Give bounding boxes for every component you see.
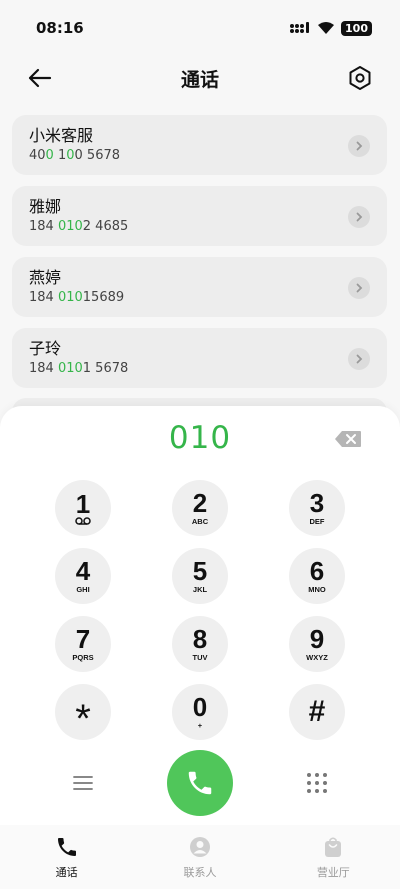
key-letters: GHI (76, 585, 90, 594)
status-time: 08:16 (36, 19, 84, 37)
chevron-right-icon[interactable] (348, 277, 370, 299)
contact-number: 184 0101 5678 (29, 360, 387, 378)
arrow-left-icon[interactable] (26, 64, 54, 92)
key-hash[interactable]: # (289, 684, 345, 740)
contact-number: 184 0102 4685 (29, 218, 387, 236)
bottom-tab-bar: 通话 联系人 营业厅 (0, 825, 400, 889)
key-digit: 1 (75, 489, 91, 519)
key-9[interactable]: 9 WXYZ (289, 616, 345, 672)
contact-name: 小米客服 (29, 126, 94, 145)
key-digit: * (75, 697, 91, 741)
contact-name: 子玲 (29, 339, 62, 358)
chevron-right-icon[interactable] (348, 135, 370, 157)
contact-name: 雅娜 (29, 197, 62, 216)
call-list: 小米客服 400 100 5678 雅娜 184 0102 4685 燕婷 18… (12, 115, 387, 399)
key-letters: TUV (192, 653, 208, 662)
number-match-highlight: 010 (57, 290, 83, 305)
key-digit: 3 (309, 488, 325, 518)
status-bar: 08:16 100 (0, 0, 400, 56)
key-digit: 9 (309, 624, 325, 654)
tab-label: 通话 (55, 866, 78, 879)
key-8[interactable]: 8 TUV (172, 616, 228, 672)
key-letters: DEF (309, 517, 325, 526)
wifi-icon (318, 22, 335, 34)
call-button[interactable] (167, 750, 233, 816)
key-5[interactable]: 5 JKL (172, 548, 228, 604)
number-segment: 15689 (82, 290, 125, 305)
call-list-item[interactable]: 子玲 184 0101 5678 (12, 328, 387, 388)
number-segment: 2 4685 (82, 219, 129, 234)
dialer-sheet: 010 1 2 ABC 3 DEF 4 GHI 5 JKL 6 MNO 7 PQ… (0, 406, 400, 889)
tab-store[interactable]: 营业厅 (267, 825, 400, 889)
call-list-item[interactable]: 雅娜 184 0102 4685 (12, 186, 387, 246)
dialer-actions (0, 750, 400, 816)
tab-calls[interactable]: 通话 (0, 825, 133, 889)
battery-indicator: 100 (341, 20, 372, 36)
key-letters: JKL (192, 585, 208, 594)
number-segment: 184 (29, 219, 58, 234)
contact-number: 400 100 5678 (29, 147, 387, 165)
key-3[interactable]: 3 DEF (289, 480, 345, 536)
number-match-highlight: 0 (66, 148, 75, 163)
key-digit: 8 (192, 624, 208, 654)
call-list-item[interactable]: 燕婷 184 01015689 (12, 257, 387, 317)
number-match-highlight: 010 (57, 361, 83, 376)
key-digit: 2 (192, 488, 208, 518)
key-digit: 7 (75, 624, 91, 654)
number-segment: 1 (53, 148, 67, 163)
hamburger-icon[interactable] (70, 772, 96, 794)
tab-label: 联系人 (183, 866, 217, 879)
tab-contacts[interactable]: 联系人 (133, 825, 266, 889)
key-7[interactable]: 7 PQRS (55, 616, 111, 672)
dialpad-grid-icon[interactable] (305, 771, 329, 795)
key-digit: 5 (192, 556, 208, 586)
number-segment: 1 5678 (82, 361, 129, 376)
key-letters: MNO (308, 585, 326, 594)
key-letters: + (197, 721, 203, 730)
number-segment: 40 (29, 148, 46, 163)
chevron-right-icon[interactable] (348, 206, 370, 228)
number-match-highlight: 0 (45, 148, 54, 163)
key-4[interactable]: 4 GHI (55, 548, 111, 604)
number-segment: 184 (29, 361, 58, 376)
key-star[interactable]: * (55, 684, 111, 740)
status-icons: 100 (289, 20, 372, 36)
hexagon-settings-icon[interactable] (346, 64, 374, 92)
number-match-highlight: 010 (57, 219, 83, 234)
key-2[interactable]: 2 ABC (172, 480, 228, 536)
phone-icon (188, 771, 212, 795)
key-0[interactable]: 0 + (172, 684, 228, 740)
contact-name: 燕婷 (29, 268, 62, 287)
key-digit: # (308, 695, 326, 728)
voicemail-icon (75, 517, 91, 525)
key-digit: 6 (309, 556, 325, 586)
chevron-right-icon[interactable] (348, 348, 370, 370)
contact-number: 184 01015689 (29, 289, 387, 307)
header: 通话 (0, 56, 400, 100)
key-digit: 4 (75, 556, 91, 586)
backspace-icon[interactable] (334, 430, 362, 448)
person-icon (189, 837, 210, 857)
key-letters: PQRS (72, 653, 94, 662)
key-digit: 0 (192, 692, 208, 722)
number-segment: 184 (29, 290, 58, 305)
phone-icon (57, 838, 76, 856)
key-6[interactable]: 6 MNO (289, 548, 345, 604)
bag-icon (325, 837, 342, 857)
key-1[interactable]: 1 (55, 480, 111, 536)
tab-label: 营业厅 (316, 866, 350, 879)
key-letters: ABC (191, 517, 209, 526)
number-segment: 0 5678 (74, 148, 121, 163)
call-list-item[interactable]: 小米客服 400 100 5678 (12, 115, 387, 175)
page-title: 通话 (180, 68, 219, 91)
signal-icon (290, 22, 310, 33)
key-letters: WXYZ (306, 653, 328, 662)
